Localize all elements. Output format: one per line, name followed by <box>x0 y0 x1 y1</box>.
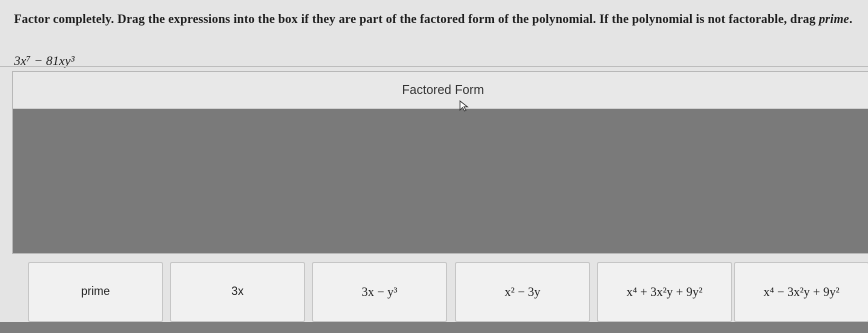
instructions-text: Factor completely. Drag the expressions … <box>14 12 816 26</box>
tile-label: x⁴ + 3x²y + 9y² <box>626 284 703 299</box>
tile-label: x⁴ − 3x²y + 9y² <box>763 284 840 299</box>
tile-x2-minus-3y[interactable]: x² − 3y <box>455 262 590 322</box>
factored-form-header: Factored Form <box>13 72 868 109</box>
tile-prime[interactable]: prime <box>28 262 163 322</box>
tile-label: 3x − y³ <box>361 284 398 299</box>
instructions: Factor completely. Drag the expressions … <box>14 12 864 27</box>
tile-x4-minus-3x2y-plus-9y2[interactable]: x⁴ − 3x²y + 9y² <box>734 262 868 322</box>
instructions-prime-emphasis: prime <box>818 12 850 26</box>
divider <box>0 66 868 67</box>
instructions-period: . <box>849 12 853 26</box>
tile-x4-plus-3x2y-plus-9y2[interactable]: x⁴ + 3x²y + 9y² <box>597 262 732 322</box>
tile-3x[interactable]: 3x <box>170 262 305 322</box>
bottom-strip <box>0 322 868 333</box>
drop-zone[interactable] <box>13 109 868 253</box>
tile-label: 3x <box>231 286 244 298</box>
factored-form-box: Factored Form <box>12 71 868 254</box>
mouse-pointer-icon <box>459 100 469 112</box>
tile-3x-minus-y3[interactable]: 3x − y³ <box>312 262 447 322</box>
tile-label: x² − 3y <box>504 284 541 299</box>
tile-label: prime <box>81 286 110 298</box>
